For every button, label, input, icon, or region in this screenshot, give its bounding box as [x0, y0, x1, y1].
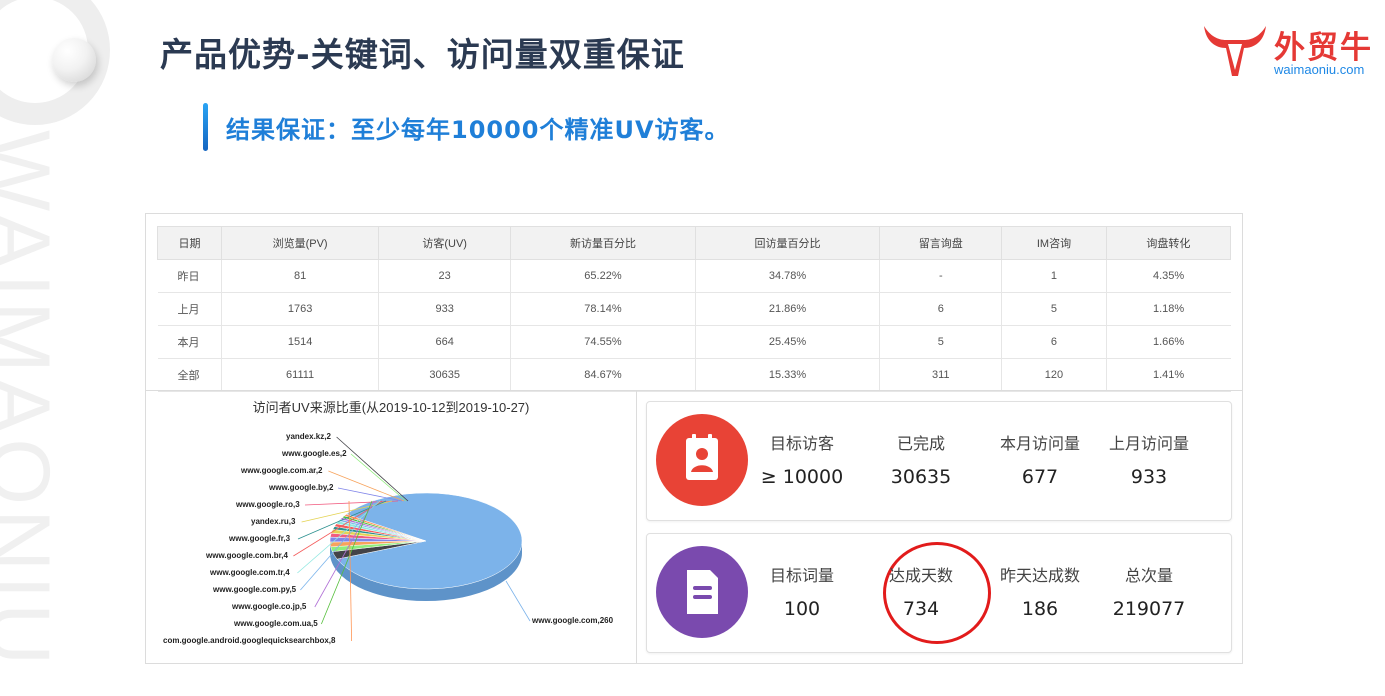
pie-slice-label: www.google.co.jp,5	[232, 602, 307, 611]
kpi-visitors-panel: 目标访客 ≥ 10000 已完成 30635 本月访问量 677 上月访问量 933	[646, 401, 1232, 521]
kpi-label: 目标词量	[769, 566, 834, 585]
table-header-cell: 回访量百分比	[694, 226, 881, 260]
bull-logo-icon	[1204, 26, 1266, 76]
pie-leader-line	[350, 453, 407, 502]
brand-logo: 外贸牛 waimaoniu.com	[1200, 18, 1380, 80]
pie-leader-line	[337, 487, 403, 502]
kpi-label: 本月访问量	[999, 434, 1080, 453]
pie-slice-label: www.google.com.py,5	[213, 585, 297, 594]
table-cell: -	[879, 259, 1002, 293]
kpi-label: 总次量	[1124, 566, 1173, 585]
table-cell: 15.33%	[694, 358, 880, 392]
pie-slice-label: www.google.ro,3	[236, 500, 300, 509]
pie-slice-label: yandex.kz,2	[286, 432, 331, 441]
table-cell: 61111	[221, 358, 379, 392]
table-header-cell: 访客(UV)	[378, 226, 512, 260]
badge-user-icon	[656, 414, 748, 506]
pie-chart-panel: 访问者UV来源比重(从2019-10-12到2019-10-27) yandex…	[146, 391, 636, 663]
kpi-value: 933	[1130, 466, 1168, 488]
pie-slice-label: www.google.com.br,4	[206, 551, 288, 560]
pie-slice-label: yandex.ru,3	[251, 517, 296, 526]
table-header-cell: 留言询盘	[879, 226, 1003, 260]
table-cell: 311	[879, 358, 1002, 392]
table-cell: 23	[378, 259, 511, 293]
table-cell: 1.41%	[1105, 358, 1231, 392]
table-cell: 1.18%	[1105, 292, 1231, 326]
kpi-keywords-panel: 目标词量 100 达成天数 734 昨天达成数 186 总次量 219077	[646, 533, 1232, 653]
table-cell: 6	[879, 292, 1002, 326]
table-header-cell: 浏览量(PV)	[221, 226, 380, 260]
pie-leader-line	[505, 580, 531, 622]
table-cell: 昨日	[157, 259, 222, 293]
table-header-row: 日期 浏览量(PV) 访客(UV) 新访量百分比 回访量百分比 留言询盘 IM咨询 询盘转化	[156, 226, 1232, 260]
table-cell: 84.67%	[510, 358, 696, 392]
kpi-value: 219077	[1112, 598, 1186, 620]
pie-slice-label: www.google.es,2	[282, 449, 347, 458]
table-cell: 30635	[378, 358, 511, 392]
table-cell: 上月	[157, 292, 222, 326]
table-header-cell: 新访量百分比	[510, 226, 696, 260]
kpi-value: 677	[1021, 466, 1059, 488]
table-cell: 664	[378, 325, 511, 359]
table-cell: 全部	[157, 358, 222, 392]
pie-slice-label: www.google.com,260	[532, 616, 614, 625]
table-row: 昨日 81 23 65.22% 34.78% -1 4.35%	[157, 259, 1231, 293]
table-cell: 1763	[221, 292, 379, 326]
dashboard-card: 日期 浏览量(PV) 访客(UV) 新访量百分比 回访量百分比 留言询盘 IM咨询 询盘转化 …	[145, 213, 1243, 664]
kpi-value: 186	[1021, 598, 1059, 620]
divider	[636, 391, 637, 663]
watermark-sphere	[52, 38, 96, 82]
table-cell: 120	[1001, 358, 1107, 392]
table-header-cell: 日期	[156, 226, 223, 260]
pie-slice-label: www.google.fr,3	[229, 534, 291, 543]
table-cell: 65.22%	[510, 259, 696, 293]
table-cell: 6	[1001, 325, 1107, 359]
table-cell: 5	[879, 325, 1002, 359]
kpi-value: 100	[783, 598, 821, 620]
table-cell: 25.45%	[694, 325, 880, 359]
highlight-circle	[883, 542, 991, 644]
table-cell: 1514	[221, 325, 379, 359]
table-cell: 本月	[157, 325, 222, 359]
table-row: 上月 1763 933 78.14% 21.86% 6 5 1.18%	[157, 292, 1231, 326]
kpi-value: 30635	[890, 466, 952, 488]
table-cell: 21.86%	[694, 292, 880, 326]
table-cell: 81	[221, 259, 379, 293]
table-row: 全部 61111 30635 84.67% 15.33% 311 120 1.41%	[157, 358, 1231, 392]
logo-domain-text: waimaoniu.com	[1274, 62, 1365, 77]
kpi-value: 734	[902, 598, 940, 620]
table-cell: 933	[378, 292, 511, 326]
kpi-label: 上月访问量	[1108, 434, 1189, 453]
page-title: 产品优势-关键词、访问量双重保证	[160, 35, 685, 74]
kpi-label: 达成天数	[888, 566, 953, 585]
table-cell: 78.14%	[510, 292, 696, 326]
kpi-label: 已完成	[896, 434, 945, 453]
table-cell: 1	[1001, 259, 1107, 293]
pie-leader-line	[328, 470, 405, 502]
pie-slice-label: www.google.by,2	[269, 483, 334, 492]
table-cell: 4.35%	[1105, 259, 1231, 293]
kpi-value: ≥ 10000	[760, 466, 844, 488]
pie-slice-label: www.google.com.ua,5	[234, 619, 318, 628]
watermark-text: WAIMAONIU	[0, 130, 67, 670]
table-cell: 34.78%	[694, 259, 880, 293]
stats-table: 日期 浏览量(PV) 访客(UV) 新访量百分比 回访量百分比 留言询盘 IM咨询 询盘转化 …	[156, 226, 1232, 392]
pie-slice-label: www.google.com.ar,2	[241, 466, 323, 475]
kpi-label: 目标访客	[769, 434, 834, 453]
table-cell: 74.55%	[510, 325, 696, 359]
subtitle: 结果保证：至少每年10000个精准UV访客。	[226, 116, 730, 144]
table-cell: 5	[1001, 292, 1107, 326]
subtitle-accent-bar	[203, 103, 208, 151]
table-header-cell: 询盘转化	[1105, 226, 1232, 260]
document-icon	[656, 546, 748, 638]
table-row: 本月 1514 664 74.55% 25.45% 5 6 1.66%	[157, 325, 1231, 359]
table-header-cell: IM咨询	[1001, 226, 1107, 260]
pie-slice-label: com.google.android.googlequicksearchbox,…	[163, 636, 336, 645]
kpi-label: 昨天达成数	[999, 566, 1080, 585]
pie-leader-line	[336, 436, 409, 502]
logo-brand-text: 外贸牛	[1274, 30, 1373, 66]
table-cell: 1.66%	[1105, 325, 1231, 359]
pie-slice-label: www.google.com.tr,4	[210, 568, 290, 577]
